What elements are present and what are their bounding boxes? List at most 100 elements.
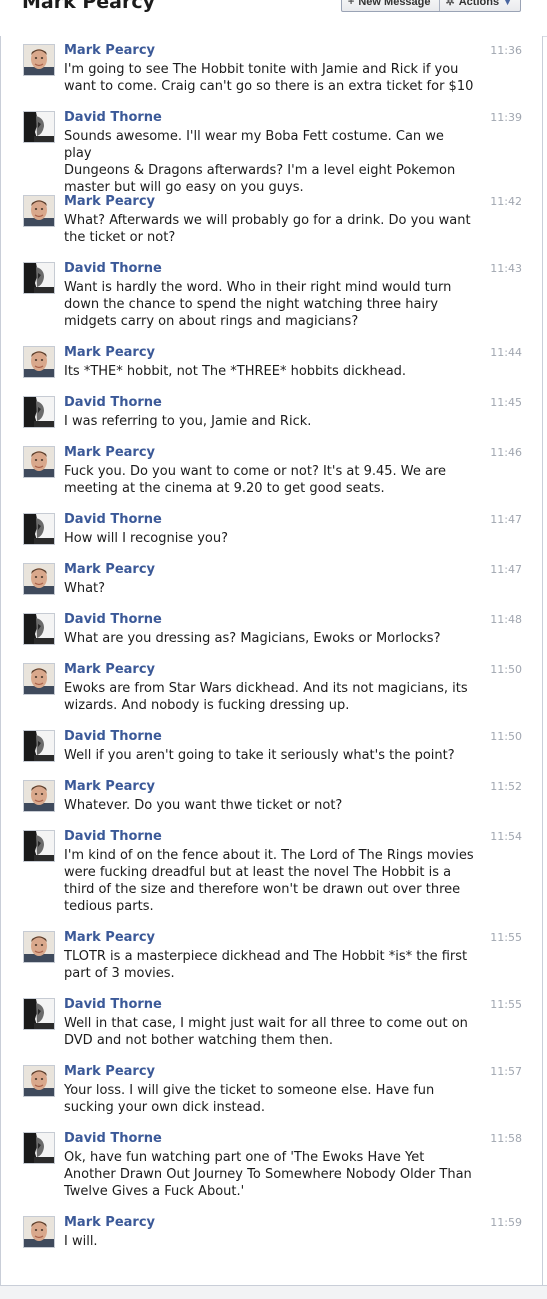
sender-name[interactable]: David Thorne [64, 512, 162, 527]
message-line: were fucking dreadful but at least the n… [64, 865, 452, 880]
avatar[interactable] [23, 195, 55, 227]
sender-name[interactable]: Mark Pearcy [64, 194, 155, 209]
avatar[interactable] [23, 44, 55, 76]
message-text: Your loss. I will give the ticket to som… [64, 1082, 474, 1116]
message-text: Well if you aren't going to take it seri… [64, 747, 474, 764]
message-text: Want is hardly the word. Who in their ri… [64, 279, 474, 330]
message-line: Ewoks are from Star Wars dickhead. And i… [64, 681, 468, 696]
avatar[interactable] [23, 1065, 55, 1097]
message-line: Well in that case, I might just wait for… [64, 1016, 468, 1031]
message-text: What? Afterwards we will probably go for… [64, 212, 474, 246]
message-line: I'm kind of on the fence about it. The L… [64, 848, 474, 863]
sender-name[interactable]: David Thorne [64, 729, 162, 744]
message-timestamp: 11:50 [490, 663, 522, 676]
avatar[interactable] [23, 780, 55, 812]
message-line: Ok, have fun watching part one of 'The E… [64, 1150, 425, 1165]
avatar[interactable] [23, 1132, 55, 1164]
sender-name[interactable]: Mark Pearcy [64, 1064, 155, 1079]
message-timestamp: 11:48 [490, 613, 522, 626]
sender-name[interactable]: Mark Pearcy [64, 662, 155, 677]
new-message-label: New Message [358, 0, 431, 8]
message-line: meeting at the cinema at 9.20 to get goo… [64, 481, 385, 496]
sender-name[interactable]: Mark Pearcy [64, 43, 155, 58]
sender-name[interactable]: David Thorne [64, 997, 162, 1012]
message-text: TLOTR is a masterpiece dickhead and The … [64, 948, 474, 982]
message-item: Mark Pearcy 11:55 TLOTR is a masterpiece d… [1, 930, 542, 981]
new-message-button[interactable]: + New Message [342, 0, 439, 11]
message-line: tedious parts. [64, 899, 154, 914]
sender-name[interactable]: Mark Pearcy [64, 1215, 155, 1230]
sender-name[interactable]: Mark Pearcy [64, 779, 155, 794]
message-line: Whatever. Do you want thwe ticket or not… [64, 798, 343, 813]
avatar[interactable] [23, 663, 55, 695]
message-item: Mark Pearcy 11:47 What? [1, 562, 542, 603]
chevron-down-icon: ▼ [503, 0, 512, 7]
message-timestamp: 11:45 [490, 396, 522, 409]
message-line: wizards. And nobody is fucking dressing … [64, 698, 350, 713]
avatar[interactable] [23, 730, 55, 762]
avatar[interactable] [23, 830, 55, 862]
avatar[interactable] [23, 1216, 55, 1248]
actions-button[interactable]: ✲ Actions ▼ [438, 0, 520, 11]
message-item: Mark Pearcy 11:50 Ewoks are from Star Wars… [1, 662, 542, 713]
message-line: I'm going to see The Hobbit tonite with … [64, 62, 459, 77]
sender-name[interactable]: David Thorne [64, 395, 162, 410]
message-timestamp: 11:58 [490, 1132, 522, 1145]
message-text: Ok, have fun watching part one of 'The E… [64, 1149, 474, 1200]
message-text: Fuck you. Do you want to come or not? It… [64, 463, 474, 497]
sender-name[interactable]: Mark Pearcy [64, 930, 155, 945]
message-line: Sounds awesome. I'll wear my Boba Fett c… [64, 129, 444, 161]
sender-name[interactable]: Mark Pearcy [64, 562, 155, 577]
avatar[interactable] [23, 262, 55, 294]
message-item: David Thorne 11:54 I'm kind of on the fenc… [1, 829, 542, 914]
conversation-title: Mark Pearcy [22, 0, 155, 13]
message-line: Fuck you. Do you want to come or not? It… [64, 464, 447, 479]
message-line: midgets carry on about rings and magicia… [64, 314, 359, 329]
message-line: sucking your own dick instead. [64, 1100, 265, 1115]
sender-name[interactable]: David Thorne [64, 110, 162, 125]
sender-name[interactable]: Mark Pearcy [64, 345, 155, 360]
message-text: Whatever. Do you want thwe ticket or not… [64, 797, 474, 814]
message-item: David Thorne 11:39 Sounds awesome. I'll we… [1, 110, 542, 195]
message-line: What are you dressing as? Magicians, Ewo… [64, 631, 441, 646]
avatar[interactable] [23, 931, 55, 963]
message-line: Well if you aren't going to take it seri… [64, 748, 455, 763]
avatar[interactable] [23, 513, 55, 545]
sender-name[interactable]: Mark Pearcy [64, 445, 155, 460]
avatar[interactable] [23, 446, 55, 478]
sender-name[interactable]: David Thorne [64, 261, 162, 276]
sender-name[interactable]: David Thorne [64, 829, 162, 844]
message-text: I'm going to see The Hobbit tonite with … [64, 61, 474, 95]
message-line: DVD and not bother watching them then. [64, 1033, 334, 1048]
message-timestamp: 11:47 [490, 563, 522, 576]
message-item: David Thorne 11:58 Ok, have fun watching p… [1, 1131, 542, 1199]
message-timestamp: 11:42 [490, 195, 522, 208]
header-button-group: + New Message ✲ Actions ▼ [340, 0, 521, 12]
message-timestamp: 11:59 [490, 1216, 522, 1229]
avatar[interactable] [23, 613, 55, 645]
actions-label: Actions [458, 0, 500, 8]
message-timestamp: 11:54 [490, 830, 522, 843]
gear-icon: ✲ [445, 0, 455, 8]
sender-name[interactable]: David Thorne [64, 1131, 162, 1146]
avatar[interactable] [23, 111, 55, 143]
message-line: part of 3 movies. [64, 966, 175, 981]
message-line: down the chance to spend the night watch… [64, 297, 439, 312]
avatar[interactable] [23, 346, 55, 378]
message-item: Mark Pearcy 11:44 Its *THE* hobbit, not Th… [1, 345, 542, 386]
message-item: David Thorne 11:47 How will I recognise yo… [1, 512, 542, 553]
composer-area[interactable] [0, 1285, 547, 1299]
message-thread[interactable]: Mark Pearcy 11:36 I'm going to see The Hob… [0, 36, 543, 1286]
message-timestamp: 11:43 [490, 262, 522, 275]
avatar[interactable] [23, 998, 55, 1030]
sender-name[interactable]: David Thorne [64, 612, 162, 627]
message-item: Mark Pearcy 11:52 Whatever. Do you want th… [1, 779, 542, 820]
message-timestamp: 11:47 [490, 513, 522, 526]
message-line: I was referring to you, Jamie and Rick. [64, 414, 312, 429]
avatar[interactable] [23, 396, 55, 428]
avatar[interactable] [23, 563, 55, 595]
message-text: What are you dressing as? Magicians, Ewo… [64, 630, 474, 647]
message-text: I was referring to you, Jamie and Rick. [64, 413, 474, 430]
message-line: Your loss. I will give the ticket to som… [64, 1083, 435, 1098]
message-line: Want is hardly the word. Who in their ri… [64, 280, 452, 295]
